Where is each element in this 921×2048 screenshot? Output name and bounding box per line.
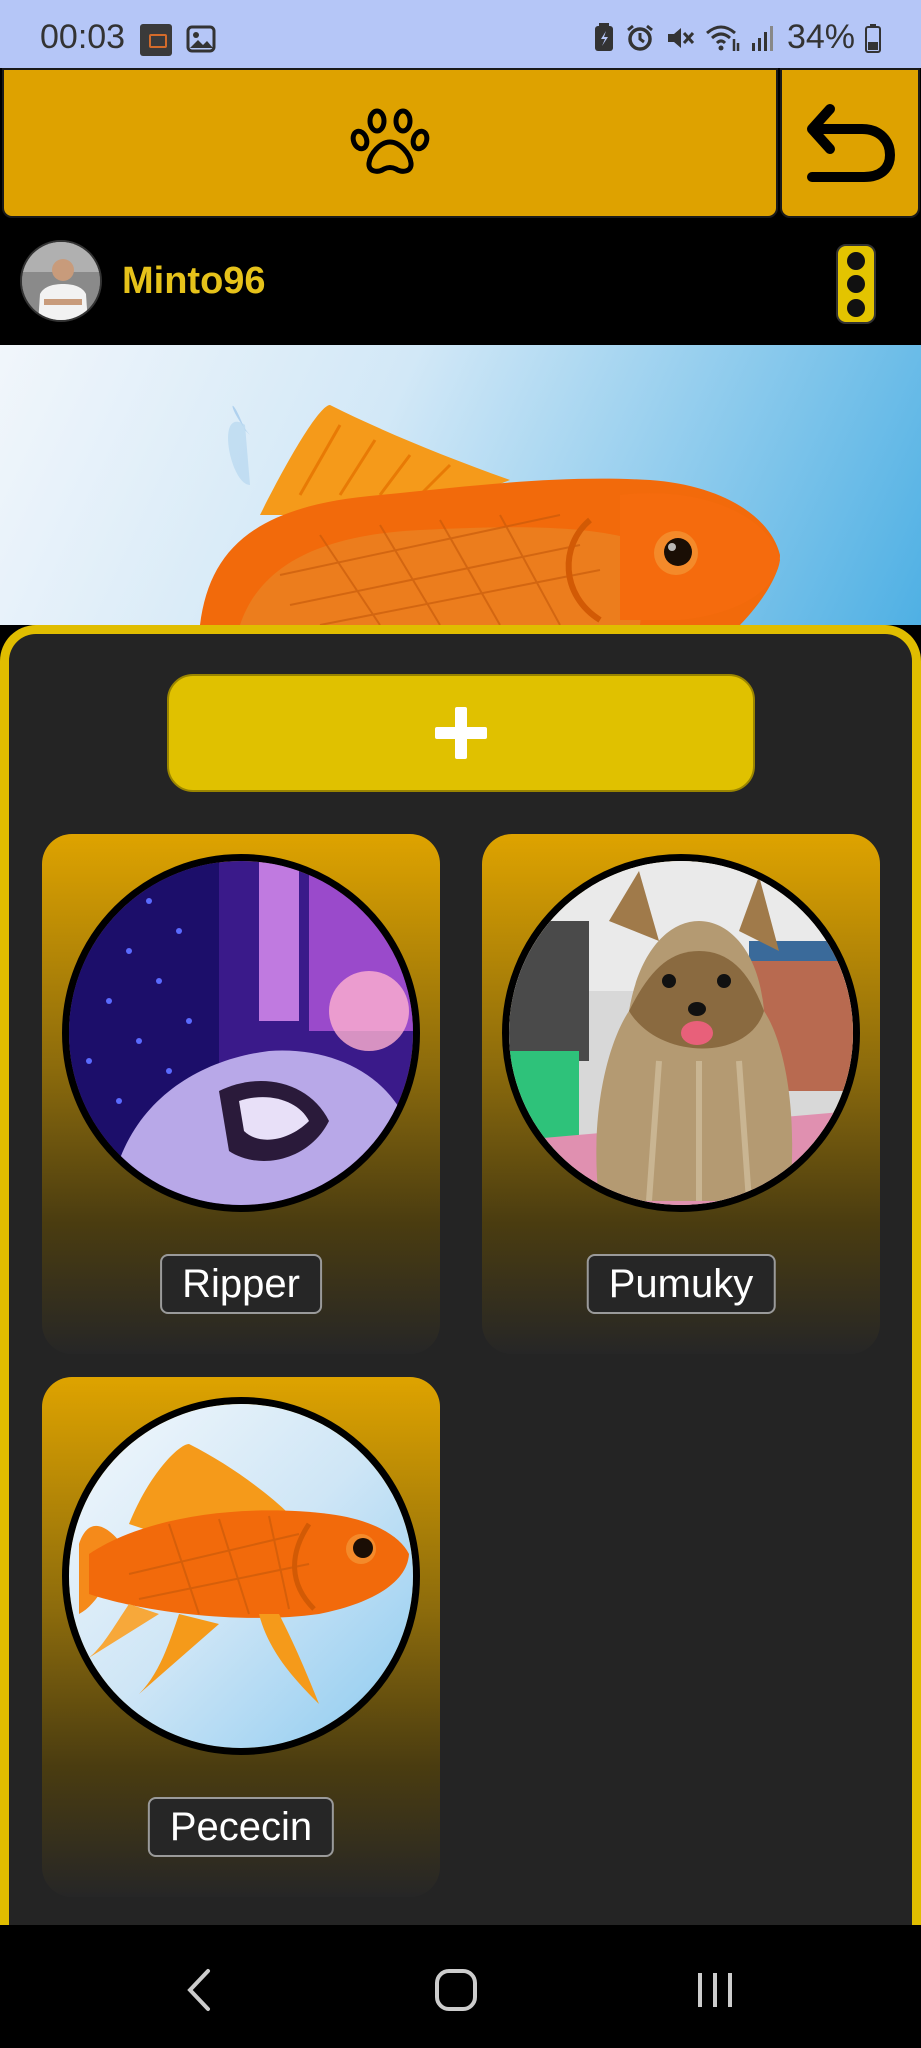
menu-dot <box>847 251 865 270</box>
signal-icon <box>751 25 773 51</box>
pet-name-label: Ripper <box>160 1254 322 1314</box>
system-navigation-bar <box>0 1925 921 2048</box>
nav-home-icon <box>435 1969 477 2011</box>
pet-name-label: Pececin <box>147 1797 335 1857</box>
back-arrow-icon <box>807 104 896 182</box>
pet-card[interactable]: Pececin <box>42 1377 440 1897</box>
status-bar: 00:03 34% <box>0 0 921 68</box>
battery-saver-icon <box>594 22 613 51</box>
app-notification-icon <box>140 24 172 56</box>
plus-icon <box>435 707 487 759</box>
status-time: 00:03 <box>40 18 126 56</box>
wifi-icon <box>705 25 740 51</box>
pet-photo[interactable] <box>62 1397 420 1755</box>
back-button[interactable] <box>780 68 920 218</box>
alarm-icon <box>627 24 653 51</box>
pets-panel: Ripper Pumuky Pececin <box>0 625 921 1925</box>
pet-banner-image <box>0 345 921 625</box>
top-app-bar <box>0 68 921 220</box>
avatar[interactable] <box>20 240 102 322</box>
battery-percent: 34% <box>786 18 855 56</box>
menu-dot <box>847 298 865 317</box>
gallery-notification-icon <box>186 25 216 53</box>
pet-card[interactable]: Ripper <box>42 834 440 1354</box>
user-photo <box>22 242 100 320</box>
user-header: Minto96 <box>0 220 921 345</box>
nav-back-button[interactable] <box>170 1960 230 2020</box>
mute-icon <box>667 27 695 48</box>
pet-photo-ripper <box>69 861 413 1205</box>
nav-back-icon <box>187 1969 210 2011</box>
pet-name-label: Pumuky <box>586 1254 776 1314</box>
pet-card[interactable]: Pumuky <box>482 834 880 1354</box>
goldfish-banner-illustration <box>200 405 780 625</box>
username[interactable]: Minto96 <box>122 260 266 303</box>
menu-dot <box>847 275 865 293</box>
pet-photo[interactable] <box>62 854 420 1212</box>
pet-photo-pumuky <box>509 861 853 1205</box>
options-menu-button[interactable] <box>836 244 876 324</box>
status-notification-icons <box>140 24 216 56</box>
add-pet-button[interactable] <box>167 674 755 792</box>
nav-home-button[interactable] <box>426 1960 486 2020</box>
pets-home-button[interactable] <box>2 68 778 218</box>
status-system-icons: 34% <box>593 18 881 57</box>
pet-photo-pececin <box>69 1404 413 1748</box>
paw-icon <box>350 108 430 174</box>
battery-icon <box>865 23 881 53</box>
nav-recents-button[interactable] <box>685 1960 745 2020</box>
nav-recents-icon <box>698 1973 732 2007</box>
pet-photo[interactable] <box>502 854 860 1212</box>
